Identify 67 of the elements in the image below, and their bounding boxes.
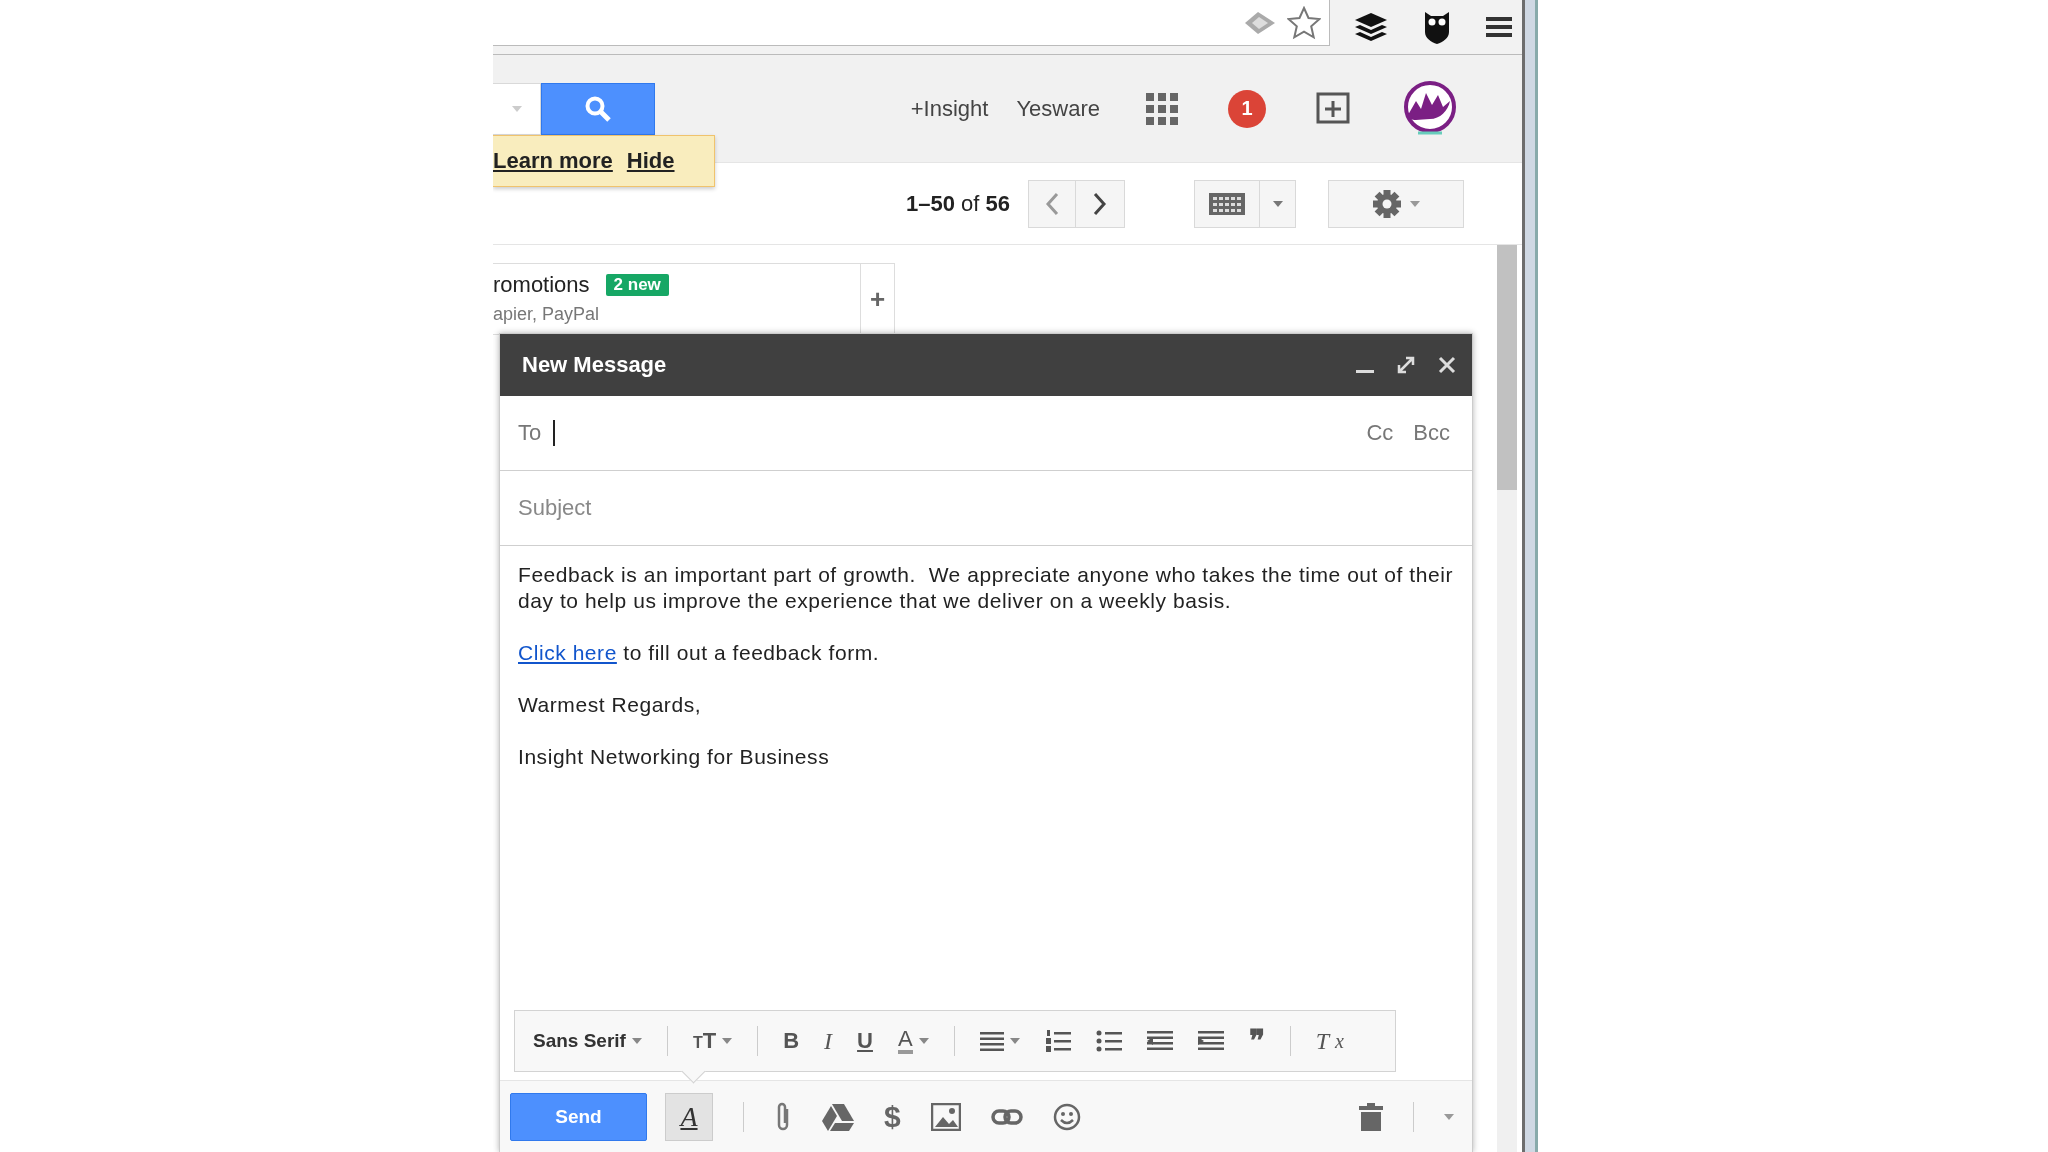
input-tools-button[interactable] (1194, 179, 1260, 228)
tab-label: romotions (493, 272, 590, 298)
search-icon[interactable] (584, 94, 612, 123)
tab-senders: apier, PayPal (493, 304, 601, 325)
notification-badge[interactable]: 1 (1228, 89, 1266, 128)
align-button[interactable] (979, 1031, 1020, 1051)
link-icon[interactable] (990, 1108, 1023, 1125)
emoji-icon[interactable] (1052, 1102, 1081, 1131)
indent-less-icon[interactable] (1146, 1030, 1173, 1052)
money-button[interactable]: $ (884, 1099, 901, 1134)
body-paragraph: Click here to fill out a feedback form. (518, 640, 881, 666)
settings-icon[interactable] (1372, 188, 1402, 219)
font-select[interactable]: Sans Serif (533, 1030, 642, 1052)
bcc-link[interactable]: Bcc (1413, 420, 1450, 446)
bold-button[interactable]: B (783, 1028, 800, 1054)
caret-icon[interactable] (1444, 1113, 1454, 1120)
category-tab[interactable]: romotions 2 new apier, PayPal (493, 263, 861, 335)
body-paragraph: Insight Networking for Business (518, 744, 831, 770)
scrollbar[interactable] (1497, 245, 1517, 1152)
scrollbar-thumb[interactable] (1497, 245, 1517, 490)
caret-icon[interactable] (918, 1038, 929, 1044)
banner-link[interactable]: Learn more (493, 148, 613, 174)
text-color-button[interactable]: A (897, 1028, 929, 1054)
expand-icon[interactable] (1396, 355, 1416, 375)
formatting-toggle[interactable]: A (665, 1092, 713, 1141)
feedback-link[interactable]: Click here (518, 641, 617, 664)
compose-title: New Message (522, 352, 668, 378)
chevron-right-icon[interactable] (1093, 191, 1107, 216)
banner-link[interactable]: Hide (626, 148, 675, 174)
pagination-count: 1–50 of 56 (906, 190, 1010, 217)
menu-icon[interactable] (1486, 15, 1512, 39)
font-size-button[interactable]: TT (692, 1028, 733, 1054)
caret-icon[interactable] (631, 1038, 642, 1044)
body-paragraph: Feedback is an important part of growth. We appreciate anyone who takes the time out of their day to help us improve the experience that we deliver on a weekly basis. (518, 562, 1454, 614)
caret-icon[interactable] (722, 1038, 733, 1044)
to-field[interactable]: To Cc Bcc (500, 396, 1472, 471)
photo-icon[interactable] (930, 1102, 961, 1131)
header-link[interactable]: Yesware (1016, 95, 1100, 122)
drive-icon[interactable] (822, 1102, 854, 1131)
close-icon[interactable] (1438, 356, 1456, 374)
to-label: To (518, 420, 542, 446)
caret-icon[interactable] (1009, 1038, 1020, 1044)
numbered-list-icon[interactable] (1044, 1030, 1071, 1052)
search-button[interactable] (541, 82, 655, 135)
chevron-left-icon[interactable] (1045, 191, 1059, 216)
keyboard-icon[interactable] (1209, 192, 1245, 215)
apps-grid-icon[interactable] (1146, 92, 1178, 125)
bulleted-list-icon[interactable] (1095, 1030, 1122, 1052)
layers-icon[interactable] (1354, 11, 1388, 43)
caret-icon[interactable] (1410, 200, 1420, 207)
cc-link[interactable]: Cc (1366, 420, 1394, 446)
indent-more-icon[interactable] (1197, 1030, 1224, 1052)
settings-button[interactable] (1328, 179, 1464, 228)
new-count-badge: 2 new (605, 274, 669, 296)
add-box-icon[interactable] (1316, 91, 1352, 126)
next-button[interactable] (1076, 179, 1125, 228)
header-link[interactable]: +Insight (910, 95, 989, 122)
body-paragraph: Warmest Regards, (518, 692, 703, 718)
owl-icon[interactable] (1424, 10, 1450, 44)
underline-button[interactable]: U (857, 1028, 873, 1054)
subject-field[interactable]: Subject (518, 495, 1450, 521)
trash-icon[interactable] (1359, 1102, 1383, 1131)
caret-icon[interactable] (1272, 200, 1283, 207)
italic-button[interactable]: I (824, 1027, 833, 1055)
avatar-icon[interactable] (1402, 80, 1458, 137)
star-icon[interactable] (1287, 5, 1321, 40)
align-icon[interactable] (979, 1031, 1004, 1051)
